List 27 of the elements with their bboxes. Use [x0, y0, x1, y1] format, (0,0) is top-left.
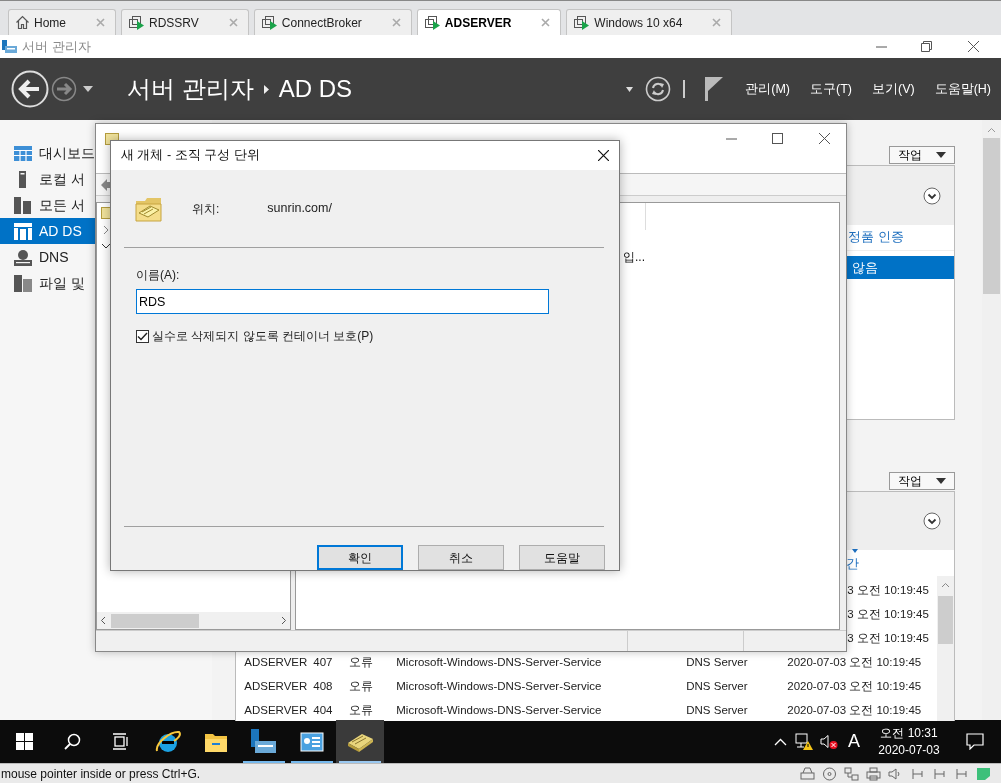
table-cell-text: ADSERVER — [244, 655, 309, 671]
table-cell-text: Microsoft-Windows-DNS-Server-Service — [396, 679, 603, 695]
table-cell-text: 407 — [313, 655, 334, 671]
dialog-title: 새 개체 - 조직 구성 단위 — [121, 147, 260, 165]
table-cell-text: DNS Server — [686, 703, 749, 719]
window-title: 서버 관리자 — [22, 37, 91, 56]
table-cell-text: 오류 — [349, 655, 375, 671]
table-cell-text: DNS Server — [686, 679, 749, 695]
table-cell-text: 오류 — [349, 703, 375, 719]
location-label: 위치: — [192, 200, 220, 218]
table-cell-text: 오류 — [349, 679, 375, 695]
table-cell-text: Microsoft-Windows-DNS-Server-Service — [396, 703, 603, 719]
table-cell-text: 2020-07-03 오전 10:19:45 — [787, 655, 923, 671]
table-cell-text: 2020-07-03 오전 10:19:45 — [787, 679, 923, 695]
table-cell-text: 408 — [313, 679, 334, 695]
location-text: sunrin.com/ — [267, 200, 332, 218]
table-cell-text: 3 오전 10:19:45 — [847, 607, 929, 623]
table-cell-text: DNS Server — [686, 655, 749, 671]
table-cell-text: ADSERVER — [244, 703, 309, 719]
table-cell-text: ADSERVER — [244, 679, 309, 695]
status-text: mouse pointer inside or press Ctrl+G. — [0, 765, 201, 783]
table-cell-text: Microsoft-Windows-DNS-Server-Service — [396, 655, 603, 671]
table-cell-text: 3 오전 10:19:45 — [847, 631, 929, 647]
table-cell-text: 3 오전 10:19:45 — [847, 583, 929, 599]
table-cell-text: 2020-07-03 오전 10:19:45 — [787, 703, 923, 719]
table-cell-text: 404 — [313, 703, 334, 719]
field-label: 이름(A): — [136, 268, 180, 282]
